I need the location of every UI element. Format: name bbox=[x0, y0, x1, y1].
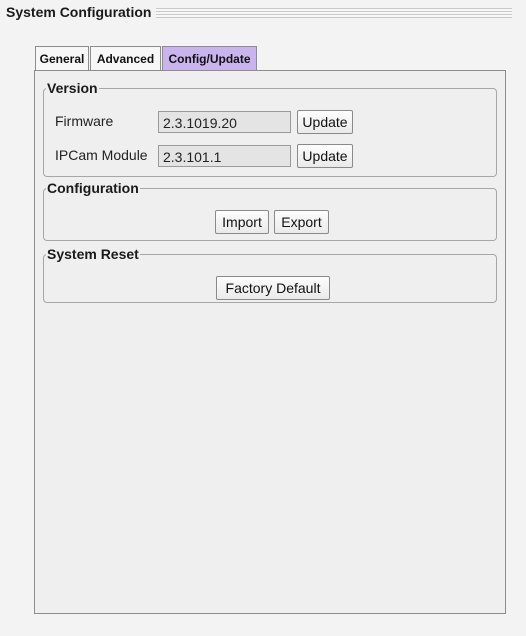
system-reset-legend: System Reset bbox=[47, 246, 139, 262]
firmware-version-field: 2.3.1019.20 bbox=[158, 111, 291, 133]
tab-advanced[interactable]: Advanced bbox=[90, 46, 161, 70]
ipcam-module-label: IPCam Module bbox=[55, 147, 148, 163]
title-bar: System Configuration bbox=[0, 0, 526, 24]
export-button[interactable]: Export bbox=[274, 210, 329, 234]
configuration-group: Configuration Import Export bbox=[43, 181, 497, 241]
version-group: Version Firmware 2.3.1019.20 Update IPCa… bbox=[43, 81, 497, 177]
configuration-legend: Configuration bbox=[47, 180, 139, 196]
version-legend: Version bbox=[47, 80, 98, 96]
system-configuration-window: System Configuration General Advanced Co… bbox=[0, 0, 526, 636]
tab-general[interactable]: General bbox=[35, 46, 89, 70]
tab-config-update[interactable]: Config/Update bbox=[162, 46, 257, 70]
ipcam-update-button[interactable]: Update bbox=[297, 144, 353, 168]
title-bar-grip bbox=[156, 8, 512, 18]
firmware-update-button[interactable]: Update bbox=[297, 110, 353, 134]
system-reset-group: System Reset Factory Default bbox=[43, 247, 497, 303]
import-button[interactable]: Import bbox=[215, 210, 269, 234]
config-update-panel: Version Firmware 2.3.1019.20 Update IPCa… bbox=[34, 70, 506, 614]
ipcam-module-version-field: 2.3.101.1 bbox=[158, 145, 291, 167]
window-title: System Configuration bbox=[6, 4, 152, 20]
factory-default-button[interactable]: Factory Default bbox=[216, 276, 330, 300]
firmware-label: Firmware bbox=[55, 113, 114, 129]
